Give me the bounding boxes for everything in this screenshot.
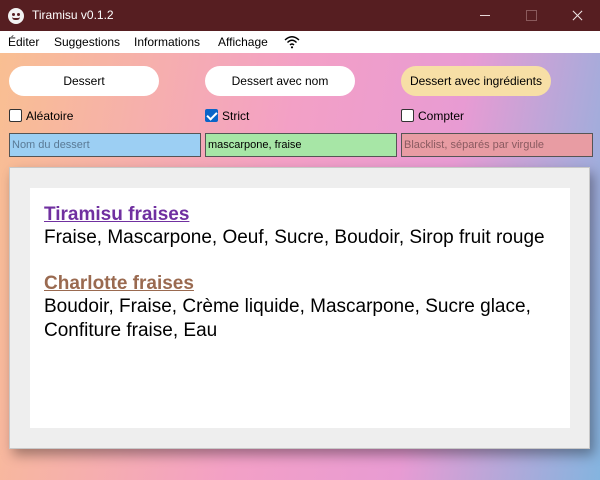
results-panel: Tiramisu fraises Fraise, Mascarpone, Oeu… [9,167,590,449]
main-content: Dessert Dessert avec nom Dessert avec in… [0,53,600,480]
menu-suggestions[interactable]: Suggestions [54,34,120,50]
minimize-button[interactable] [462,0,508,31]
window-title: Tiramisu v0.1.2 [32,8,114,22]
wifi-icon[interactable] [284,34,300,50]
recipe-title-link[interactable]: Tiramisu fraises [44,204,556,226]
dessert-button[interactable]: Dessert [9,66,159,96]
menu-bar: Éditer Suggestions Informations Affichag… [0,31,600,53]
recipe-title-link[interactable]: Charlotte fraises [44,273,556,295]
ingredients-input[interactable]: mascarpone, fraise [205,133,397,157]
recipe-item: Charlotte fraises Boudoir, Fraise, Crème… [44,273,556,343]
recipe-ingredients: Boudoir, Fraise, Crème liquide, Mascarpo… [44,296,531,341]
maximize-button[interactable] [508,0,554,31]
menu-informations[interactable]: Informations [134,34,200,50]
close-button[interactable] [554,0,600,31]
dessert-ingredients-button[interactable]: Dessert avec ingrédients [401,66,551,96]
random-checkbox-label: Aléatoire [26,109,74,123]
strict-checkbox-label: Strict [222,109,250,123]
menu-editer[interactable]: Éditer [8,34,39,50]
random-checkbox-box[interactable] [9,109,22,122]
blacklist-input[interactable]: Blacklist, séparés par virgule [401,133,593,157]
tiramisu-app-icon [8,8,24,24]
count-checkbox-box[interactable] [401,109,414,122]
dessert-name-button[interactable]: Dessert avec nom [205,66,355,96]
recipe-ingredients: Fraise, Mascarpone, Oeuf, Sucre, Boudoir… [44,227,545,248]
results-list: Tiramisu fraises Fraise, Mascarpone, Oeu… [30,188,570,428]
dessert-name-input[interactable]: Nom du dessert [9,133,201,157]
strict-checkbox-box[interactable] [205,109,218,122]
menu-affichage[interactable]: Affichage [218,34,268,50]
count-checkbox-label: Compter [418,109,465,123]
title-bar: Tiramisu v0.1.2 [0,0,600,31]
recipe-item: Tiramisu fraises Fraise, Mascarpone, Oeu… [44,204,556,250]
